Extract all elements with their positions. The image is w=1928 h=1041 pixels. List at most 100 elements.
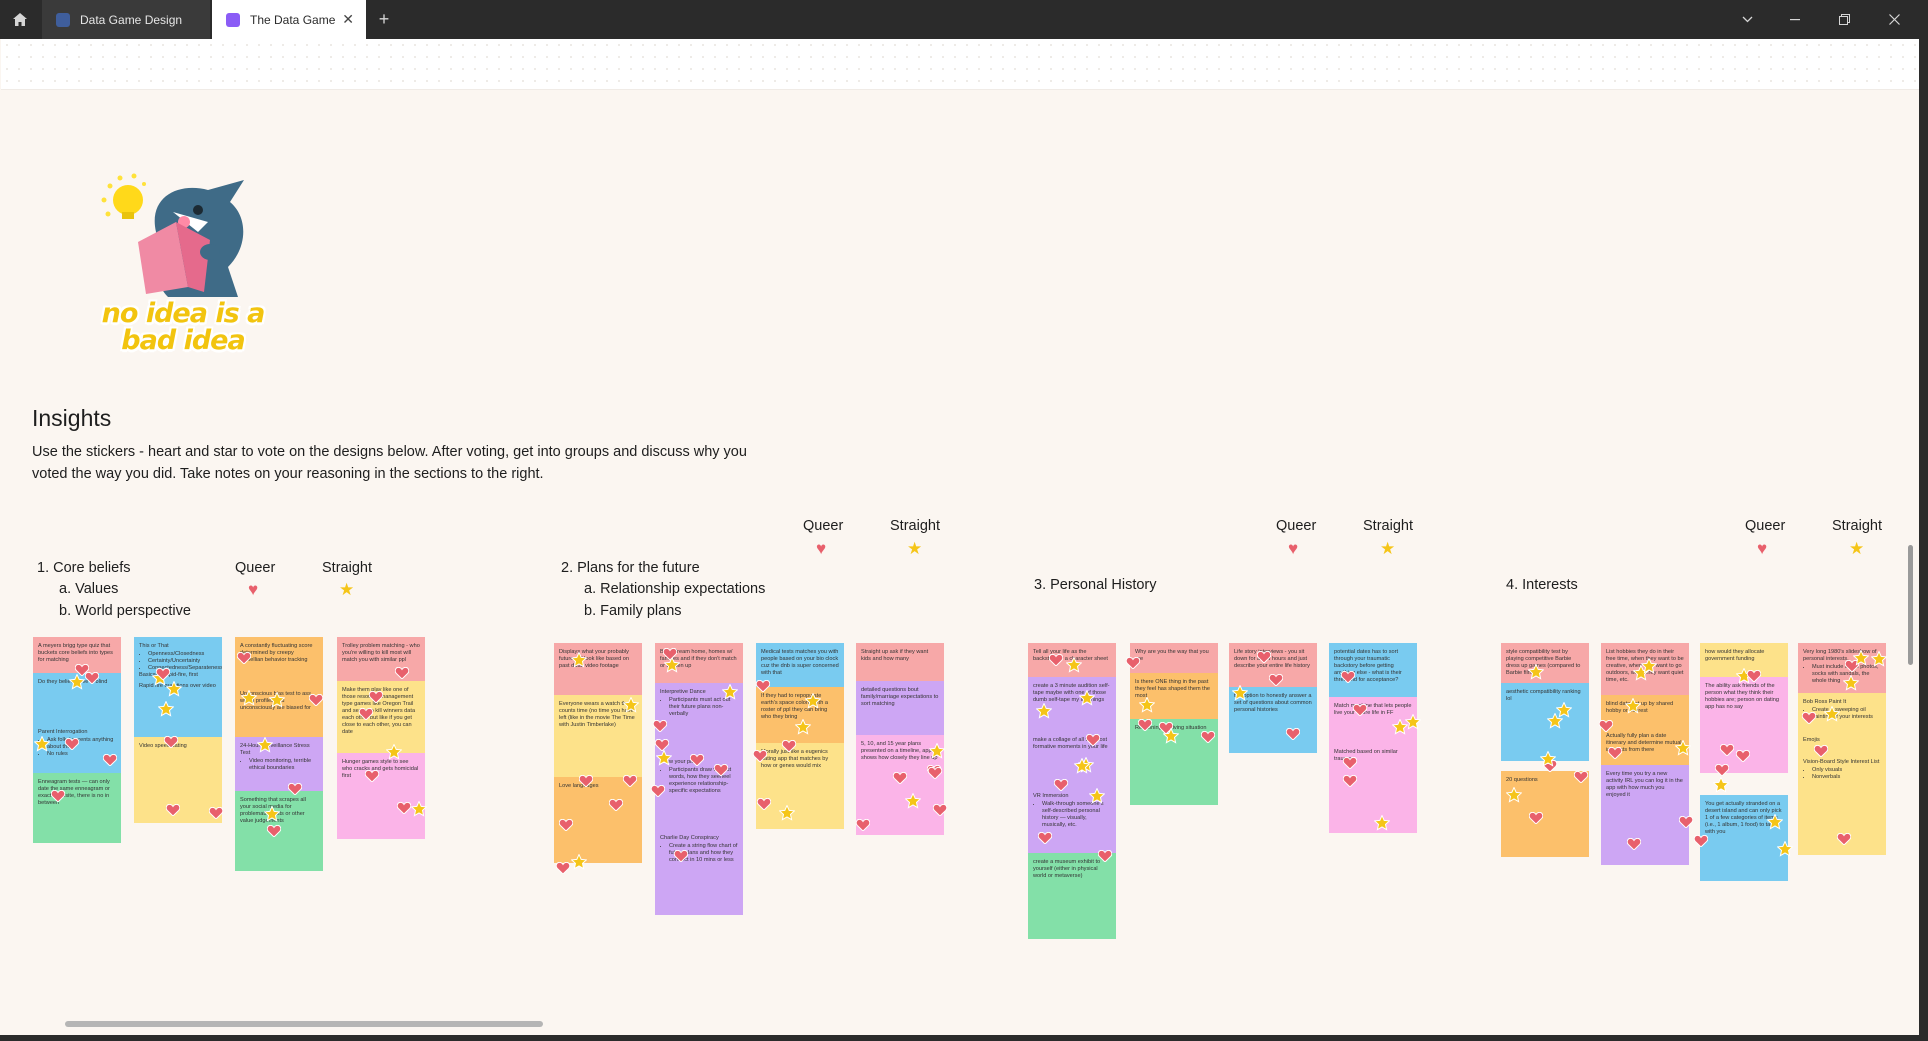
heart-vote-icon[interactable] <box>84 671 100 685</box>
figjam-canvas[interactable] <box>1 39 1919 1035</box>
heart-vote-icon[interactable] <box>781 739 797 753</box>
heart-vote-icon[interactable] <box>555 861 571 875</box>
sticky-note[interactable]: You get actually stranded on a desert is… <box>1700 795 1788 881</box>
heart-vote-icon[interactable] <box>1836 832 1852 846</box>
star-vote-icon[interactable] <box>385 743 403 760</box>
heart-vote-icon[interactable] <box>1048 653 1064 667</box>
sticky-note[interactable]: Why are you the way that you are <box>1130 643 1218 673</box>
heart-vote-icon[interactable] <box>1352 703 1368 717</box>
star-vote-icon[interactable] <box>1766 813 1784 830</box>
sticky-note[interactable]: This or That Openness/ClosednessCertainty… <box>134 637 222 677</box>
heart-vote-icon[interactable] <box>287 782 303 796</box>
heart-vote-icon[interactable] <box>673 849 689 863</box>
heart-vote-icon[interactable] <box>1746 669 1762 683</box>
heart-vote-icon[interactable] <box>1200 730 1216 744</box>
star-vote-icon[interactable] <box>721 683 739 700</box>
restore-icon[interactable] <box>1829 0 1859 39</box>
heart-vote-icon[interactable] <box>396 801 412 815</box>
sticky-note[interactable]: Trolley problem matching - who you're wi… <box>337 637 425 681</box>
heart-vote-icon[interactable] <box>1714 763 1730 777</box>
tab-the-data-game[interactable]: The Data Game ✕ <box>212 0 366 39</box>
heart-vote-icon[interactable] <box>1268 673 1284 687</box>
heart-vote-icon[interactable] <box>662 647 678 661</box>
star-vote-icon[interactable] <box>622 696 640 713</box>
star-vote-icon[interactable] <box>1391 718 1409 735</box>
heart-vote-icon[interactable] <box>1598 719 1614 733</box>
heart-icon[interactable]: ♥ <box>248 581 258 598</box>
star-vote-icon[interactable] <box>1231 684 1249 701</box>
heart-vote-icon[interactable] <box>102 753 118 767</box>
star-vote-icon[interactable] <box>268 691 286 708</box>
heart-vote-icon[interactable] <box>1719 743 1735 757</box>
heart-vote-icon[interactable] <box>755 679 771 693</box>
sticky-note[interactable]: Displays what your probably future will … <box>554 643 642 695</box>
heart-vote-icon[interactable] <box>689 753 705 767</box>
heart-vote-icon[interactable] <box>308 693 324 707</box>
star-vote-icon[interactable] <box>256 736 274 753</box>
heart-vote-icon[interactable] <box>163 735 179 749</box>
heart-vote-icon[interactable] <box>1342 756 1358 770</box>
heart-vote-icon[interactable] <box>608 798 624 812</box>
heart-vote-icon[interactable] <box>855 818 871 832</box>
sticky-note[interactable]: detailed questions bout family/marriage … <box>856 681 944 735</box>
star-vote-icon[interactable] <box>804 692 822 709</box>
sticky-note[interactable]: Enneagram tests — can only date the same… <box>33 773 121 843</box>
star-vote-icon[interactable] <box>33 735 51 752</box>
star-vote-icon[interactable] <box>794 718 812 735</box>
heart-vote-icon[interactable] <box>358 707 374 721</box>
star-vote-icon[interactable] <box>1674 739 1692 756</box>
heart-vote-icon[interactable] <box>558 818 574 832</box>
sticky-note[interactable]: 20 questions <box>1501 771 1589 857</box>
star-vote-icon[interactable] <box>240 689 258 706</box>
heart-vote-icon[interactable] <box>394 666 410 680</box>
sticky-note[interactable]: Charlie Day ConspiracyCreate a string fl… <box>655 829 743 915</box>
vertical-scrollbar-thumb[interactable] <box>1908 545 1913 665</box>
heart-vote-icon[interactable] <box>1053 778 1069 792</box>
sticky-note[interactable]: Straight up ask if they want kids and ho… <box>856 643 944 681</box>
heart-vote-icon[interactable] <box>155 667 171 681</box>
star-vote-icon[interactable] <box>655 749 673 766</box>
sticky-note[interactable]: blind date set up by shared hobby or int… <box>1601 695 1689 727</box>
heart-vote-icon[interactable] <box>1626 837 1642 851</box>
heart-vote-icon[interactable] <box>1693 834 1709 848</box>
star-vote-icon[interactable] <box>1712 776 1730 793</box>
horizontal-scrollbar-thumb[interactable] <box>65 1021 543 1027</box>
heart-vote-icon[interactable] <box>927 766 943 780</box>
heart-vote-icon[interactable] <box>650 784 666 798</box>
sticky-note[interactable]: Morally just like a eugenics dating app … <box>756 743 844 829</box>
star-vote-icon[interactable] <box>157 700 175 717</box>
star-vote-icon[interactable] <box>1640 657 1658 674</box>
heart-icon[interactable]: ♥ <box>1288 540 1298 557</box>
star-vote-icon[interactable] <box>410 800 428 817</box>
star-vote-icon[interactable] <box>1138 696 1156 713</box>
star-vote-icon[interactable] <box>1527 663 1545 680</box>
close-tab-icon[interactable]: ✕ <box>342 11 354 28</box>
star-vote-icon[interactable] <box>165 680 183 697</box>
heart-vote-icon[interactable] <box>1735 749 1751 763</box>
star-vote-icon[interactable] <box>1162 727 1180 744</box>
heart-vote-icon[interactable] <box>1528 811 1544 825</box>
close-window-icon[interactable] <box>1879 0 1909 39</box>
heart-vote-icon[interactable] <box>1256 650 1272 664</box>
chevron-down-icon[interactable] <box>1732 0 1762 39</box>
star-icon[interactable]: ★ <box>1380 540 1395 557</box>
star-vote-icon[interactable] <box>1546 712 1564 729</box>
sticky-note[interactable]: Hunger games style to see who cracks and… <box>337 753 425 839</box>
star-vote-icon[interactable] <box>1373 814 1391 831</box>
heart-vote-icon[interactable] <box>364 769 380 783</box>
heart-vote-icon[interactable] <box>368 690 384 704</box>
heart-vote-icon[interactable] <box>752 749 768 763</box>
star-vote-icon[interactable] <box>904 792 922 809</box>
star-vote-icon[interactable] <box>1852 649 1870 666</box>
sticky-note[interactable]: style compatibility test by playing comp… <box>1501 643 1589 683</box>
star-vote-icon[interactable] <box>570 651 588 668</box>
star-vote-icon[interactable] <box>1035 702 1053 719</box>
heart-vote-icon[interactable] <box>892 771 908 785</box>
star-vote-icon[interactable] <box>68 673 86 690</box>
heart-vote-icon[interactable] <box>266 824 282 838</box>
star-vote-icon[interactable] <box>1870 650 1888 667</box>
heart-vote-icon[interactable] <box>713 763 729 777</box>
star-vote-icon[interactable] <box>778 804 796 821</box>
star-vote-icon[interactable] <box>1073 757 1091 774</box>
heart-vote-icon[interactable] <box>64 737 80 751</box>
